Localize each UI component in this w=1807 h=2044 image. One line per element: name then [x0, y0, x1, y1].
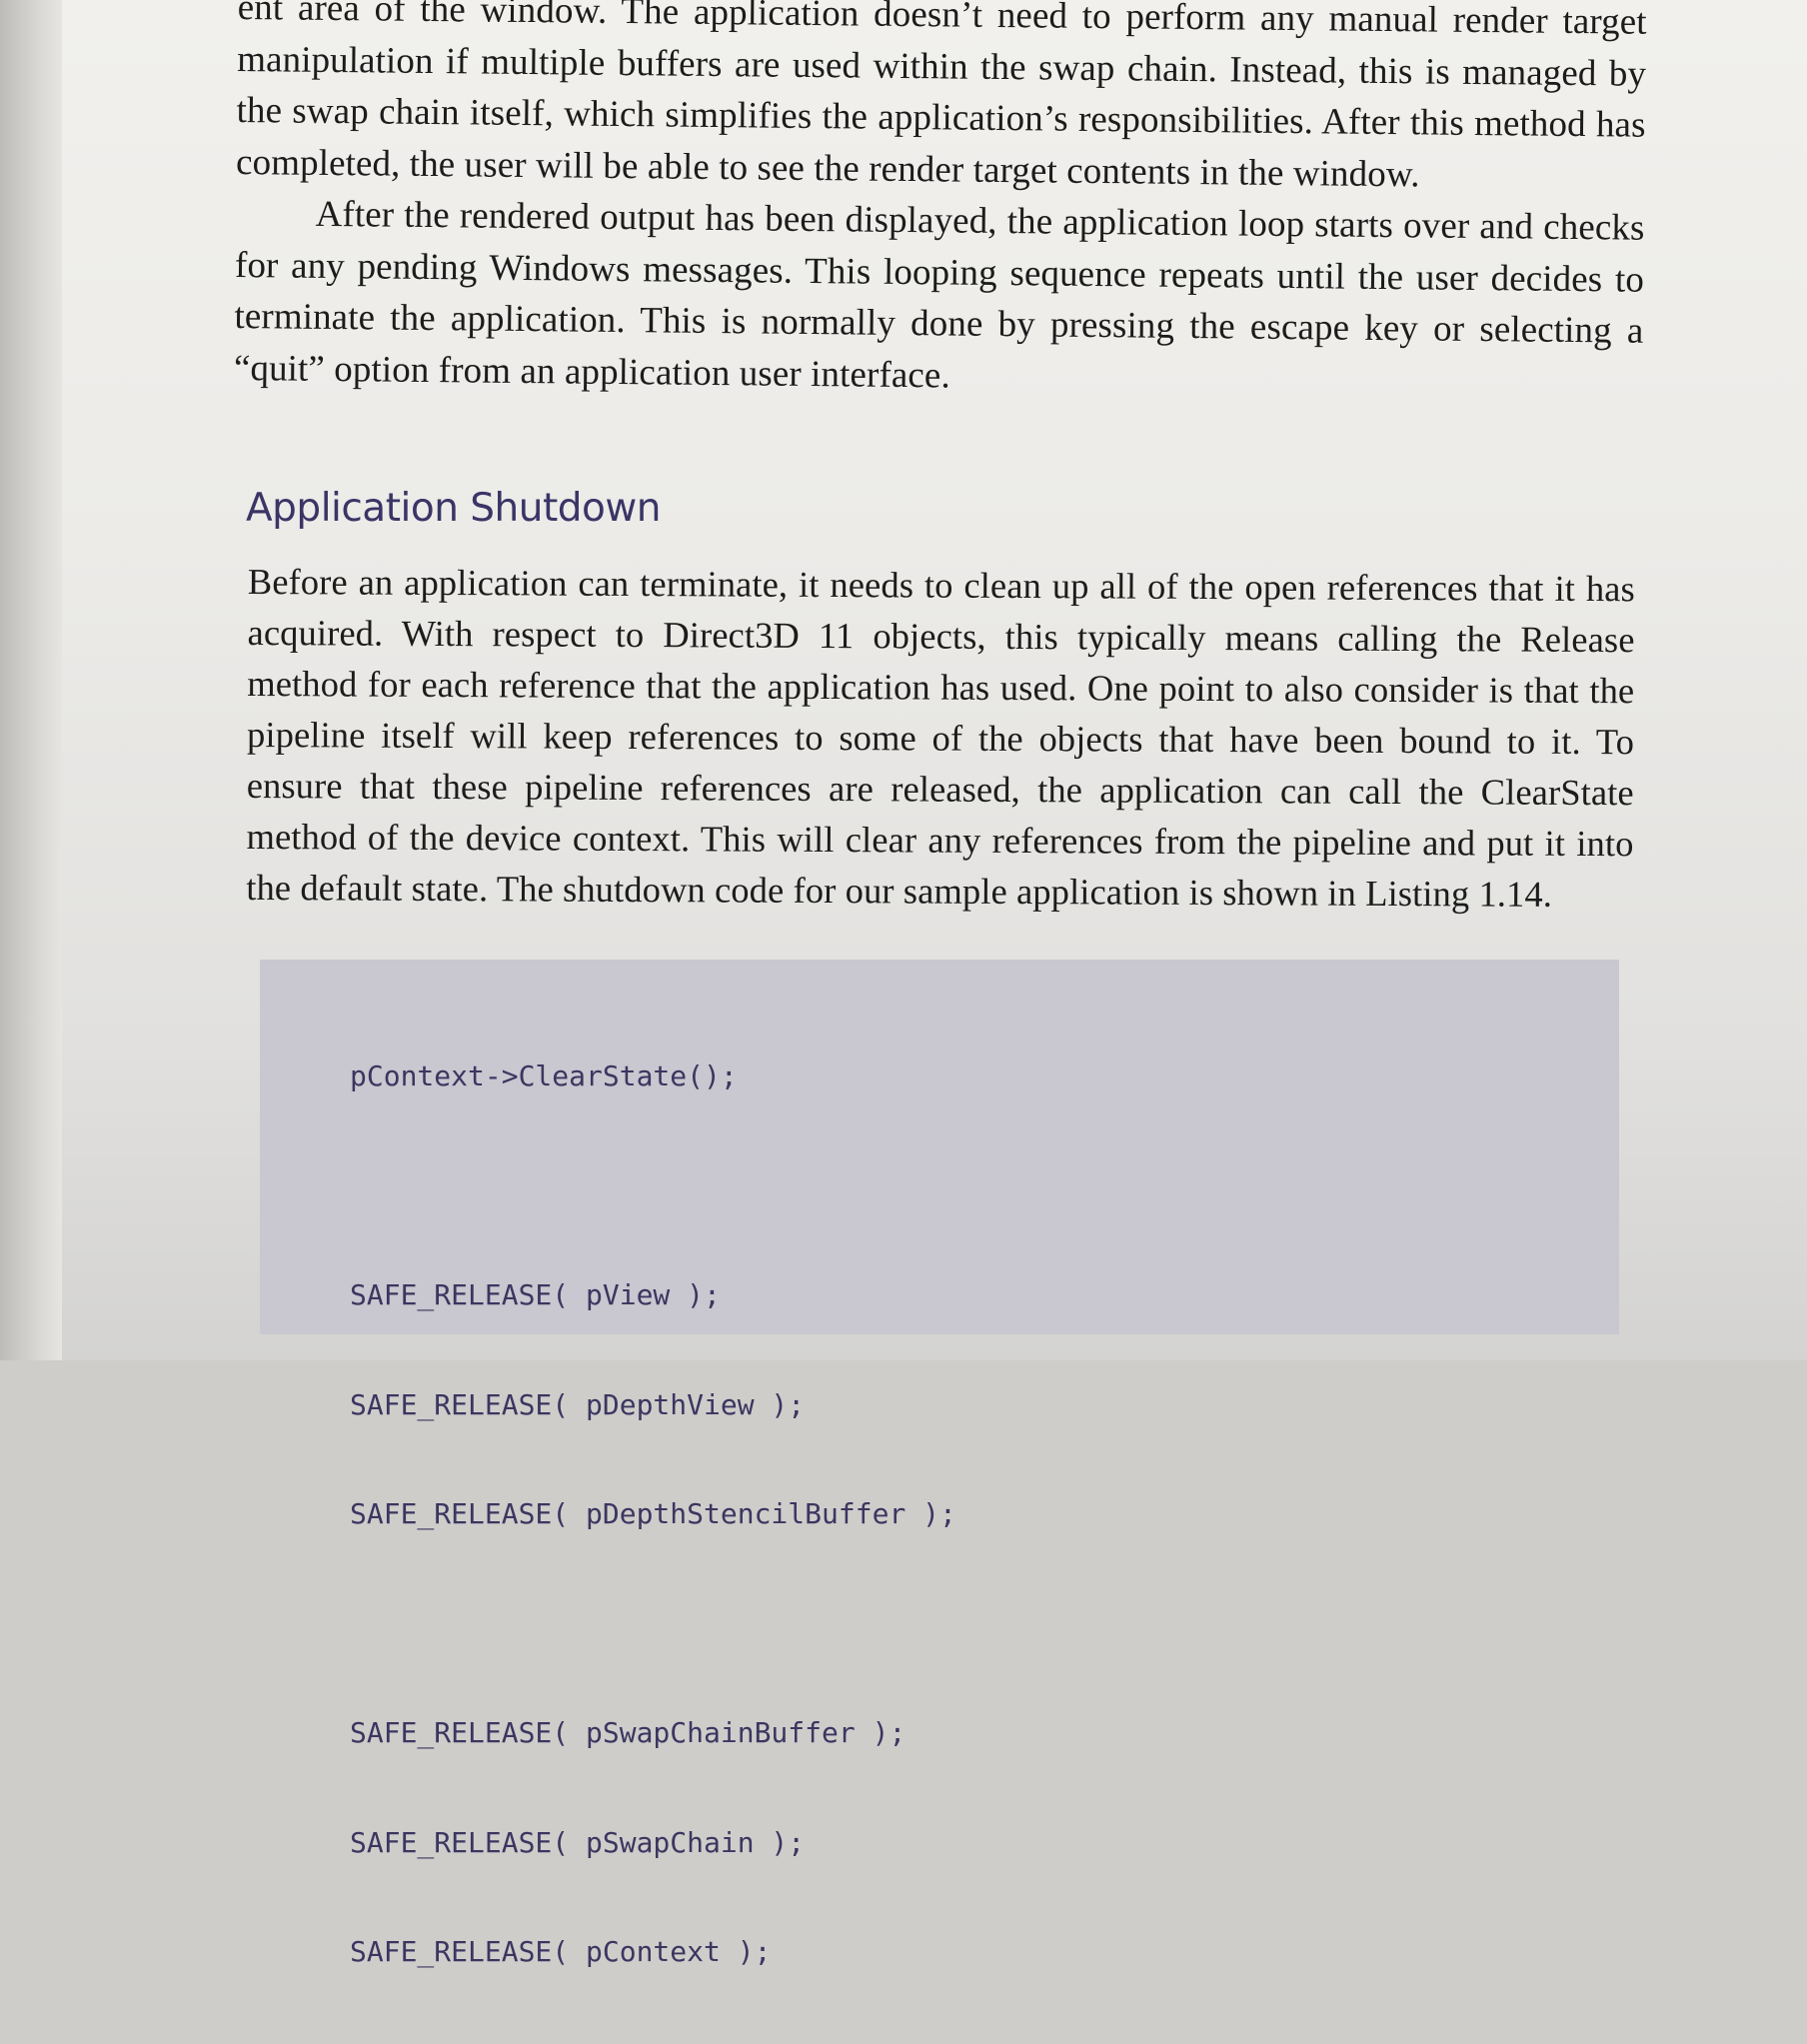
- code-line: SAFE_RELEASE( pSwapChainBuffer );: [350, 1716, 906, 1749]
- page-gutter: [0, 0, 62, 1360]
- code-line: SAFE_RELEASE( pContext );: [350, 1935, 772, 1968]
- code-line: SAFE_RELEASE( pSwapChain );: [350, 1825, 806, 1859]
- code-line: SAFE_RELEASE( pDepthView );: [350, 1387, 806, 1421]
- code-listing: pContext->ClearState(); SAFE_RELEASE( pV…: [350, 986, 956, 2044]
- section-heading: Application Shutdown: [246, 486, 662, 531]
- code-listing-box: pContext->ClearState(); SAFE_RELEASE( pV…: [260, 960, 1619, 1968]
- paragraph-application-shutdown: Before an application can terminate, it …: [246, 560, 1635, 915]
- code-line: pContext->ClearState();: [350, 1059, 738, 1092]
- body-text-top: ent area of the window. The application …: [234, 0, 1647, 409]
- body-text-shutdown: Before an application can terminate, it …: [246, 556, 1635, 920]
- code-line: SAFE_RELEASE( pDepthStencilBuffer );: [350, 1497, 956, 1530]
- paragraph-application-loop: After the rendered output has been displ…: [233, 193, 1645, 396]
- book-page: ent area of the window. The application …: [62, 0, 1807, 1968]
- code-line: SAFE_RELEASE( pView );: [350, 1278, 721, 1311]
- paragraph-window-swap-chain: ent area of the window. The application …: [235, 0, 1647, 195]
